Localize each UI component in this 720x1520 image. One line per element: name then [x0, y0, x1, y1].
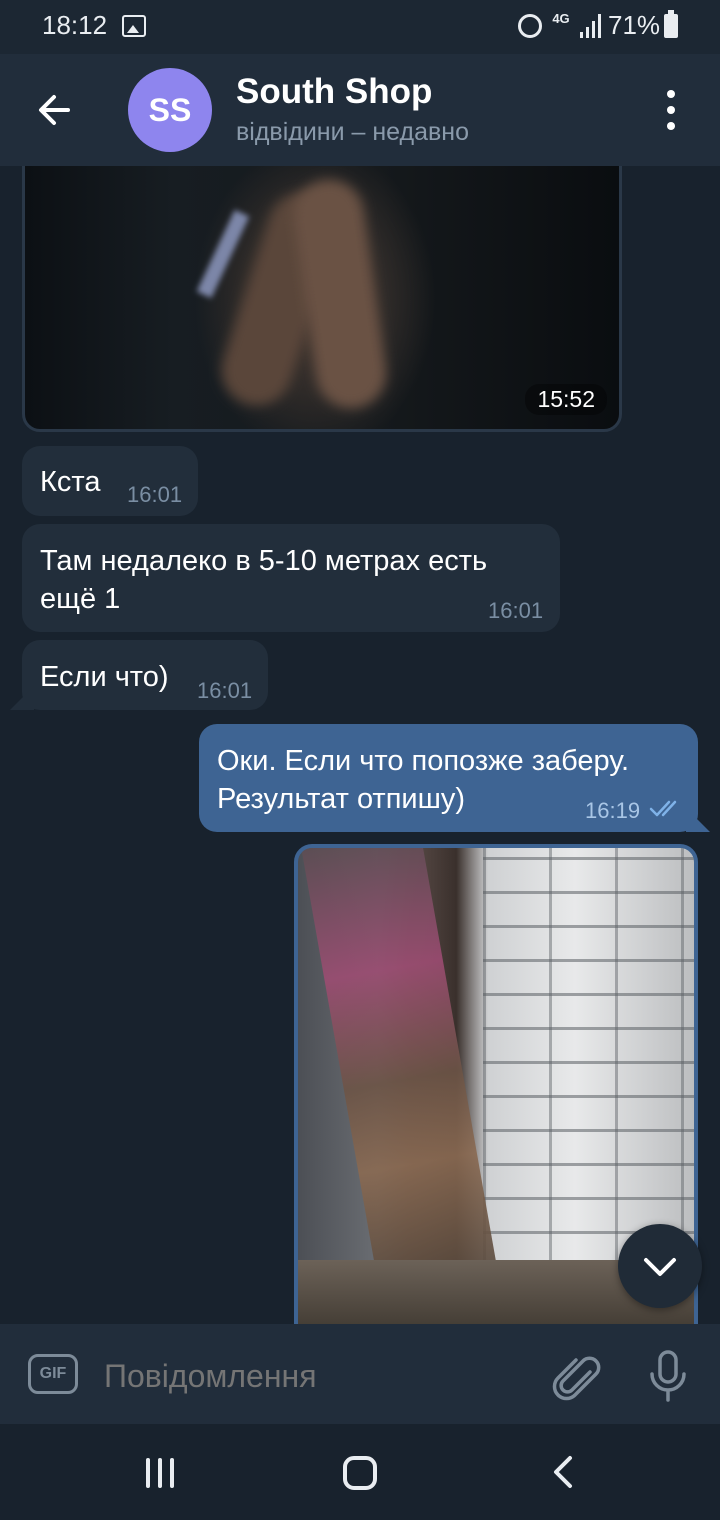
double-check-icon [649, 800, 677, 817]
message-time: 16:01 [127, 482, 183, 507]
message-text: Если что) [40, 661, 169, 693]
system-nav-bar [0, 1424, 720, 1520]
message-bubble-incoming[interactable]: Кста 16:01 [22, 446, 198, 516]
bubble-tail [686, 808, 710, 832]
message-time: 16:01 [488, 598, 544, 623]
photo-detail [289, 175, 391, 413]
battery-icon [664, 10, 678, 38]
message-time: 16:19 [585, 798, 641, 823]
message-time: 15:52 [525, 384, 607, 415]
message-text-line: ещё 1 [40, 583, 121, 615]
back-arrow-icon [39, 95, 70, 125]
more-vertical-icon[interactable] [656, 88, 686, 132]
last-seen-status: відвідини – недавно [236, 118, 470, 146]
photo-detail [483, 848, 694, 1268]
message-list[interactable]: 15:52 Кста 16:01 Там недалеко в 5-10 мет… [0, 166, 720, 1324]
status-time: 18:12 [42, 10, 108, 40]
message-input[interactable] [104, 1354, 524, 1398]
network-type: 4G [552, 11, 570, 26]
chat-header: SS South Shop відвідини – недавно [0, 54, 720, 166]
back-icon[interactable] [548, 1454, 580, 1490]
status-bar: 18:12 4G 71% [0, 0, 720, 54]
message-text: Кста [40, 466, 101, 498]
photo-detail [196, 209, 250, 299]
gif-icon[interactable]: GIF [28, 1354, 78, 1394]
message-bubble-incoming[interactable]: Если что) 16:01 [22, 640, 268, 710]
battery-percent: 71% [608, 10, 661, 40]
gallery-icon [122, 15, 146, 37]
attach-button[interactable] [548, 1348, 604, 1404]
recent-apps-icon[interactable] [144, 1458, 176, 1490]
chevron-down-icon [644, 1258, 676, 1276]
message-composer: GIF [0, 1324, 720, 1424]
message-text-line: Оки. Если что попозже заберу. [217, 745, 630, 777]
message-text-line: Там недалеко в 5-10 метрах есть [40, 545, 488, 577]
message-bubble-outgoing[interactable]: Оки. Если что попозже заберу. Результат … [199, 724, 698, 832]
message-time: 16:01 [197, 678, 253, 703]
message-text-line: Результат отпишу) [217, 783, 466, 815]
voice-record-button[interactable] [642, 1346, 694, 1406]
signal-icon [578, 14, 602, 38]
chat-title[interactable]: South Shop [236, 72, 432, 112]
message-bubble-incoming[interactable]: Там недалеко в 5-10 метрах есть ещё 1 16… [22, 524, 560, 632]
alarm-icon [518, 14, 542, 38]
attach-paperclip-icon [552, 1356, 601, 1401]
media-message-incoming[interactable]: 15:52 [22, 166, 622, 432]
back-button[interactable] [28, 84, 80, 136]
scroll-to-bottom-button[interactable] [618, 1224, 702, 1308]
home-icon[interactable] [343, 1456, 377, 1490]
microphone-icon [650, 1350, 686, 1402]
avatar[interactable]: SS [128, 68, 212, 152]
